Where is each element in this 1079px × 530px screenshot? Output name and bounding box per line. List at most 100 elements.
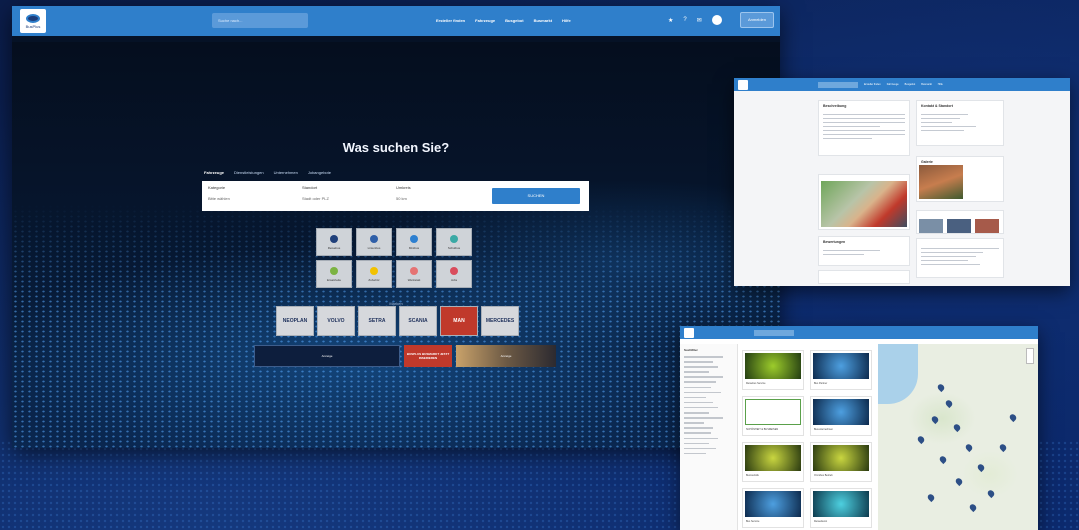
nav-link-busgebot[interactable]: Busgebot [505, 18, 523, 23]
map-pin[interactable] [986, 488, 996, 499]
nav-link-ersteller[interactable]: Ersteller finden [436, 18, 465, 23]
site-logo[interactable] [684, 327, 694, 338]
ad-banner[interactable]: Anzeige [456, 345, 556, 367]
result-name: Bus Partner [814, 382, 828, 385]
tab-jobangebote[interactable]: Jobangebote [308, 170, 331, 175]
category-select[interactable]: Bitte wählen [208, 196, 298, 201]
map-pin[interactable] [930, 414, 940, 425]
tab-dienstleistungen[interactable]: Dienstleistungen [234, 170, 264, 175]
map-pin[interactable] [968, 502, 978, 513]
map-pin[interactable] [976, 462, 986, 473]
category-tile[interactable]: Linienbus [356, 228, 392, 256]
map-pin[interactable] [938, 454, 948, 465]
ad-banner[interactable]: BUSPLUS BUSMARKT JETZT INSERIEREN [404, 345, 452, 367]
ad-label: Anzeige [321, 354, 333, 358]
nav-link-fahrzeuge[interactable]: Fahrzeuge [475, 18, 495, 23]
radius-field[interactable]: Umkreis 50 km [396, 185, 466, 201]
search-input[interactable] [754, 329, 794, 336]
mini-navbar: Ersteller finden Fahrzeuge Busgebot Busm… [734, 78, 1070, 91]
brand-mercedes[interactable]: MERCEDES [481, 306, 519, 336]
category-tile-label: Zubehör [368, 277, 380, 282]
brand-setra[interactable]: SETRA [358, 306, 396, 336]
card-title: Bewertungen [823, 240, 846, 244]
nav-icons: ★ ? ✉ [668, 15, 722, 25]
map-pin[interactable] [936, 382, 946, 393]
search-button[interactable]: SUCHEN [492, 188, 580, 204]
nav-link-busmarkt[interactable]: Busmarkt [534, 18, 552, 23]
result-card[interactable]: Omnibus Betrieb [810, 442, 872, 482]
category-tile[interactable]: Jobs [436, 260, 472, 288]
result-image [813, 353, 869, 379]
result-card[interactable]: Busunternehmen [810, 396, 872, 436]
result-image [745, 353, 801, 379]
category-label: Kategorie [208, 185, 226, 190]
thumbnail[interactable] [975, 219, 999, 233]
category-field[interactable]: Kategorie Bitte wählen [208, 185, 298, 201]
category-tile[interactable]: Zubehör [356, 260, 392, 288]
radius-select[interactable]: 50 km [396, 196, 466, 201]
map-pin[interactable] [964, 442, 974, 453]
star-icon[interactable]: ★ [668, 17, 673, 24]
help-icon[interactable]: ? [683, 17, 686, 23]
map-pin[interactable] [926, 492, 936, 503]
brand-man[interactable]: MAN [440, 306, 478, 336]
login-button[interactable]: Anmelden [740, 12, 774, 28]
page-title: Was suchen Sie? [342, 140, 450, 155]
result-card[interactable]: SCHÖNHEIT & BUSREISEN [742, 396, 804, 436]
gallery-photo[interactable] [919, 165, 963, 199]
thumbnail[interactable] [919, 219, 943, 233]
search-input[interactable] [818, 81, 858, 88]
map-zoom-control[interactable] [1026, 348, 1034, 364]
tab-fahrzeuge[interactable]: Fahrzeuge [204, 170, 224, 175]
result-card[interactable]: Bus Partner [810, 350, 872, 390]
search-input[interactable]: Suche nach... [212, 13, 308, 28]
map-pin[interactable] [998, 442, 1008, 453]
location-input[interactable]: Stadt oder PLZ [302, 196, 388, 201]
results-map[interactable] [878, 344, 1038, 530]
nav-link[interactable]: Busgebot [905, 83, 916, 86]
brand-scania[interactable]: SCANIA [399, 306, 437, 336]
result-name: Reisebus Service [746, 382, 766, 385]
brand-volvo[interactable]: VOLVO [317, 306, 355, 336]
location-field[interactable]: Standort Stadt oder PLZ [302, 185, 388, 201]
nav-link[interactable]: Ersteller finden [864, 83, 881, 86]
thumbnail[interactable] [947, 219, 971, 233]
map-pin[interactable] [916, 434, 926, 445]
card-title: Kontakt & Standort [921, 104, 953, 108]
bus-icon [370, 234, 378, 243]
nav-link-hilfe[interactable]: Hilfe [562, 18, 571, 23]
nav-links: Ersteller finden Fahrzeuge Busgebot Busm… [436, 18, 571, 23]
category-tile[interactable]: Reisebus [316, 228, 352, 256]
nav-link[interactable]: Hilfe [938, 83, 943, 86]
result-card[interactable]: Reisebus Service [742, 350, 804, 390]
category-tile[interactable]: Ersatzteile [316, 260, 352, 288]
top-navbar: BusPlus Suche nach... Ersteller finden F… [12, 6, 780, 36]
logo-icon [26, 13, 40, 23]
result-card[interactable]: Bus Service [742, 488, 804, 528]
team-photo [821, 181, 907, 227]
map-pin[interactable] [952, 422, 962, 433]
nav-link[interactable]: Fahrzeuge [887, 83, 899, 86]
result-name: Omnibus Betrieb [814, 474, 833, 477]
nav-link[interactable]: Busmarkt [921, 83, 932, 86]
ad-banner[interactable]: Anzeige [254, 345, 400, 367]
map-pin[interactable] [954, 476, 964, 487]
site-logo[interactable]: BusPlus [20, 9, 46, 33]
category-tile-label: Schulbus [447, 245, 461, 250]
main-window: BusPlus Suche nach... Ersteller finden F… [12, 6, 780, 448]
brand-neoplan[interactable]: NEOPLAN [276, 306, 314, 336]
result-image [813, 491, 869, 517]
site-logo[interactable] [738, 79, 748, 90]
tab-unternehmen[interactable]: Unternehmen [274, 170, 298, 175]
chat-icon[interactable]: ✉ [697, 17, 702, 24]
category-tile[interactable]: Werkstatt [396, 260, 432, 288]
result-card[interactable]: Reisedienst [810, 488, 872, 528]
avatar[interactable] [711, 15, 722, 25]
info-card [916, 238, 1004, 278]
category-tile[interactable]: Minibus [396, 228, 432, 256]
map-pin[interactable] [1008, 412, 1018, 423]
result-card[interactable]: Bustouristik [742, 442, 804, 482]
category-tile[interactable]: Schulbus [436, 228, 472, 256]
map-pin[interactable] [944, 398, 954, 409]
result-image [745, 399, 801, 425]
